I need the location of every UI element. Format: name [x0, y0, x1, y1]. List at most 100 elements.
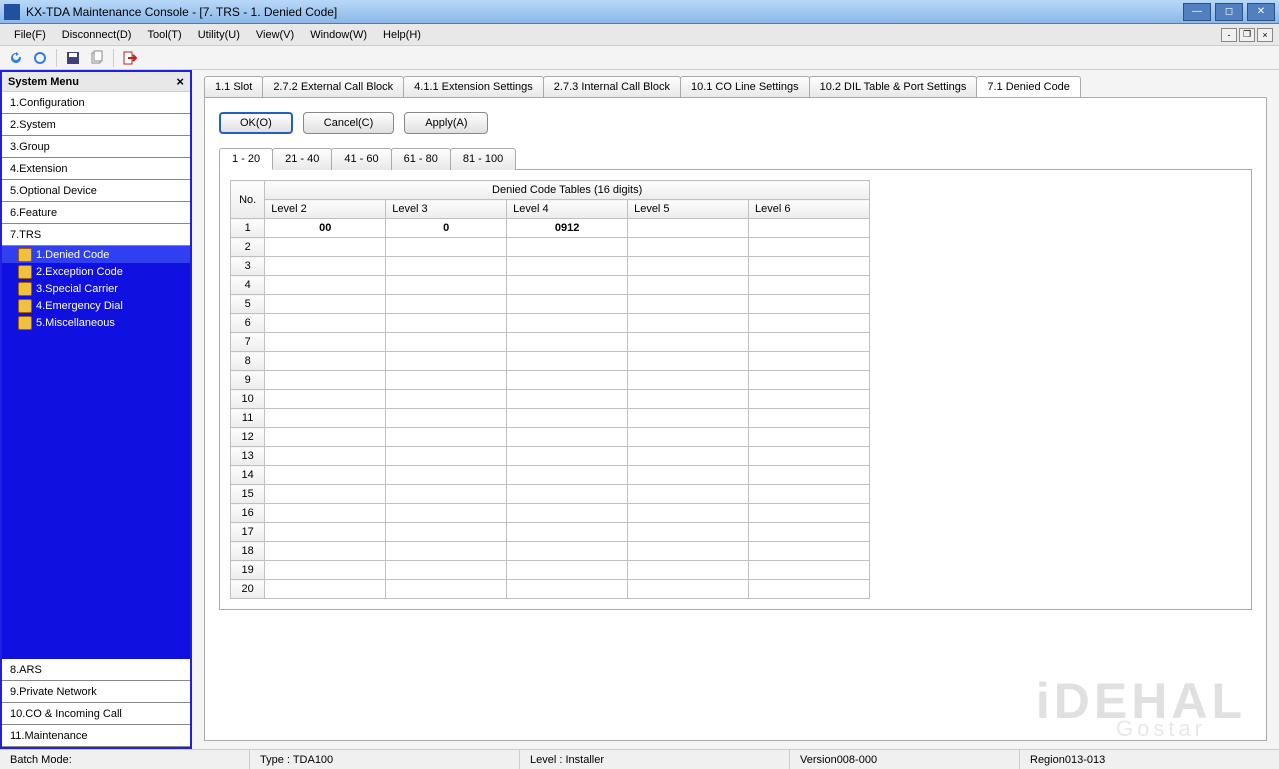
range-tab-1-20[interactable]: 1 - 20 — [219, 148, 273, 170]
table-cell[interactable] — [265, 257, 386, 276]
mdi-close[interactable]: × — [1257, 28, 1273, 42]
tab-internal-call-block[interactable]: 2.7.3 Internal Call Block — [543, 76, 681, 97]
table-cell[interactable] — [265, 580, 386, 599]
sidebar-item-trs[interactable]: 7.TRS — [2, 224, 190, 246]
table-cell[interactable] — [265, 542, 386, 561]
table-cell[interactable] — [386, 276, 507, 295]
table-cell[interactable] — [628, 466, 749, 485]
table-cell[interactable] — [507, 371, 628, 390]
table-cell[interactable] — [507, 580, 628, 599]
table-cell[interactable] — [628, 333, 749, 352]
table-cell[interactable] — [628, 219, 749, 238]
sidebar-item-extension[interactable]: 4.Extension — [2, 158, 190, 180]
table-cell[interactable] — [749, 257, 870, 276]
menu-help[interactable]: Help(H) — [375, 26, 429, 44]
table-cell[interactable] — [507, 390, 628, 409]
table-cell[interactable] — [507, 238, 628, 257]
range-tab-21-40[interactable]: 21 - 40 — [272, 148, 332, 170]
table-cell[interactable] — [265, 352, 386, 371]
menu-tool[interactable]: Tool(T) — [139, 26, 189, 44]
table-cell[interactable] — [507, 504, 628, 523]
table-cell[interactable] — [749, 523, 870, 542]
tab-dil-table[interactable]: 10.2 DIL Table & Port Settings — [809, 76, 978, 97]
table-cell[interactable] — [628, 409, 749, 428]
table-cell[interactable] — [507, 409, 628, 428]
table-cell[interactable] — [386, 333, 507, 352]
table-cell[interactable]: 00 — [265, 219, 386, 238]
table-cell[interactable] — [507, 523, 628, 542]
table-cell[interactable] — [386, 523, 507, 542]
menu-view[interactable]: View(V) — [248, 26, 302, 44]
sidebar-item-private-network[interactable]: 9.Private Network — [2, 681, 190, 703]
table-cell[interactable] — [628, 352, 749, 371]
tab-denied-code[interactable]: 7.1 Denied Code — [976, 76, 1081, 97]
tree-item-exception-code[interactable]: 2.Exception Code — [2, 263, 190, 280]
mdi-minimize[interactable]: - — [1221, 28, 1237, 42]
table-cell[interactable] — [386, 447, 507, 466]
table-cell[interactable] — [507, 352, 628, 371]
table-cell[interactable] — [749, 504, 870, 523]
table-cell[interactable] — [628, 523, 749, 542]
table-cell[interactable] — [507, 295, 628, 314]
table-cell[interactable] — [386, 238, 507, 257]
maximize-button[interactable]: ◻ — [1215, 3, 1243, 21]
table-cell[interactable] — [386, 561, 507, 580]
menu-file[interactable]: File(F) — [6, 26, 54, 44]
table-cell[interactable] — [265, 276, 386, 295]
table-cell[interactable] — [507, 314, 628, 333]
table-cell[interactable] — [265, 409, 386, 428]
table-cell[interactable] — [749, 238, 870, 257]
table-cell[interactable] — [386, 352, 507, 371]
table-cell[interactable] — [507, 485, 628, 504]
sidebar-item-optional-device[interactable]: 5.Optional Device — [2, 180, 190, 202]
table-cell[interactable] — [628, 542, 749, 561]
table-cell[interactable] — [386, 542, 507, 561]
table-cell[interactable] — [749, 390, 870, 409]
table-cell[interactable] — [628, 371, 749, 390]
table-cell[interactable] — [265, 371, 386, 390]
table-cell[interactable] — [386, 314, 507, 333]
table-cell[interactable] — [628, 295, 749, 314]
table-cell[interactable] — [507, 428, 628, 447]
table-cell[interactable] — [265, 466, 386, 485]
table-cell[interactable] — [386, 466, 507, 485]
tab-external-call-block[interactable]: 2.7.2 External Call Block — [262, 76, 404, 97]
table-cell[interactable] — [507, 542, 628, 561]
sidebar-close-icon[interactable]: × — [176, 74, 184, 89]
table-cell[interactable] — [628, 580, 749, 599]
tab-co-line-settings[interactable]: 10.1 CO Line Settings — [680, 76, 810, 97]
tree-item-miscellaneous[interactable]: 5.Miscellaneous — [2, 314, 190, 331]
table-cell[interactable] — [749, 542, 870, 561]
tool-refresh-icon[interactable] — [6, 48, 26, 68]
table-cell[interactable] — [628, 314, 749, 333]
table-cell[interactable] — [386, 295, 507, 314]
ok-button[interactable]: OK(O) — [219, 112, 293, 134]
menu-window[interactable]: Window(W) — [302, 26, 375, 44]
table-cell[interactable] — [628, 257, 749, 276]
sidebar-item-system[interactable]: 2.System — [2, 114, 190, 136]
table-cell[interactable] — [749, 333, 870, 352]
tree-item-denied-code[interactable]: 1.Denied Code — [2, 246, 190, 263]
menu-utility[interactable]: Utility(U) — [190, 26, 248, 44]
table-cell[interactable] — [749, 561, 870, 580]
table-cell[interactable] — [749, 485, 870, 504]
sidebar-item-co-incoming[interactable]: 10.CO & Incoming Call — [2, 703, 190, 725]
menu-disconnect[interactable]: Disconnect(D) — [54, 26, 140, 44]
table-cell[interactable] — [507, 447, 628, 466]
table-cell[interactable]: 0 — [386, 219, 507, 238]
table-cell[interactable] — [265, 314, 386, 333]
table-cell[interactable] — [749, 447, 870, 466]
tool-copy-icon[interactable] — [87, 48, 107, 68]
table-cell[interactable] — [507, 257, 628, 276]
range-tab-41-60[interactable]: 41 - 60 — [331, 148, 391, 170]
table-cell[interactable] — [628, 504, 749, 523]
mdi-restore[interactable]: ❐ — [1239, 28, 1255, 42]
table-cell[interactable] — [628, 276, 749, 295]
table-cell[interactable] — [386, 371, 507, 390]
table-cell[interactable] — [265, 504, 386, 523]
close-button[interactable]: ✕ — [1247, 3, 1275, 21]
tree-item-special-carrier[interactable]: 3.Special Carrier — [2, 280, 190, 297]
table-cell[interactable] — [749, 314, 870, 333]
table-cell[interactable] — [265, 523, 386, 542]
table-cell[interactable] — [265, 390, 386, 409]
